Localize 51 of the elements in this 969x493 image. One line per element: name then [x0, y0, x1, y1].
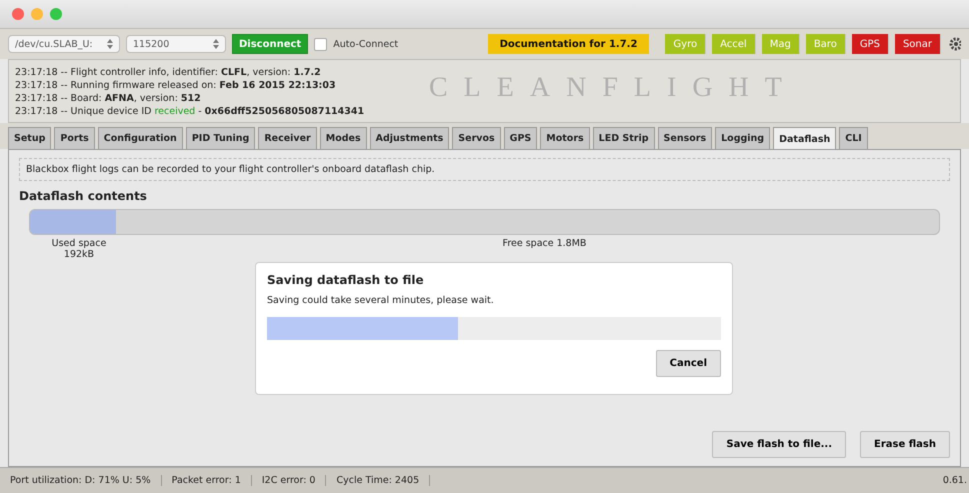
tab[interactable]: Logging	[715, 127, 770, 149]
tab[interactable]: Dataflash	[773, 127, 836, 150]
status-item: Packet error: 1	[162, 475, 252, 486]
tab[interactable]: CLI	[839, 127, 868, 149]
tab[interactable]: Sensors	[658, 127, 712, 149]
action-button[interactable]: Save flash to file...	[712, 431, 846, 458]
sensor-indicator: Baro	[806, 34, 846, 54]
tab[interactable]: Servos	[452, 127, 501, 149]
tab[interactable]: Modes	[320, 127, 367, 149]
sensor-indicator: GPS	[852, 34, 889, 54]
stepper-arrows-icon	[107, 39, 113, 49]
documentation-button[interactable]: Documentation for 1.7.2	[488, 34, 650, 54]
port-select[interactable]: /dev/cu.SLAB_U:	[8, 35, 120, 53]
status-item: I2C error: 0	[252, 475, 326, 486]
status-item: Cycle Time: 2405	[326, 475, 430, 486]
cancel-button[interactable]: Cancel	[656, 350, 721, 377]
tab[interactable]: PID Tuning	[186, 127, 256, 149]
dialog-title: Saving dataflash to file	[267, 273, 425, 287]
tab[interactable]: LED Strip	[592, 127, 655, 149]
window-zoom-button[interactable]	[50, 8, 62, 20]
baud-select[interactable]: 115200	[126, 35, 226, 53]
tab[interactable]: Configuration	[98, 127, 183, 149]
log-line: 23:17:18 -- Running firmware released on: Feb 16 2015 22:13:03	[15, 79, 336, 92]
sensor-indicator: Gyro	[665, 34, 706, 54]
log-line: 23:17:18 -- Flight controller info, identifier: CLFL, version: 1.7.2	[15, 66, 321, 79]
settings-icon[interactable]	[947, 36, 961, 52]
auto-connect-label: Auto-Connect	[333, 38, 398, 50]
action-button[interactable]: Erase flash	[860, 431, 950, 458]
sensor-indicator: Accel	[712, 34, 756, 54]
log-line: 23:17:18 -- Unique device ID received - 0x66dff525056805087114341	[15, 105, 364, 118]
section-heading: Dataflash contents	[19, 189, 148, 203]
tab[interactable]: GPS	[504, 127, 538, 149]
used-space-label: Used space	[52, 238, 106, 249]
info-note: Blackbox flight logs can be recorded to your flight controller's onboard dataflash chip.	[19, 158, 950, 181]
version-label: 0.61.	[942, 475, 968, 486]
dialog-message: Saving could take several minutes, please wait.	[267, 295, 495, 306]
window-minimize-button[interactable]	[31, 8, 43, 20]
auto-connect-checkbox[interactable]	[314, 38, 328, 50]
free-space-label: Free space 1.8MB	[502, 238, 586, 249]
used-space-value: 192kB	[64, 249, 94, 260]
sensor-indicator: Mag	[762, 34, 800, 54]
sensor-indicator: Sonar	[894, 34, 941, 54]
window-close-button[interactable]	[12, 8, 24, 20]
tab[interactable]: Receiver	[258, 127, 317, 149]
tab[interactable]: Setup	[8, 127, 52, 149]
status-item: Port utilization: D: 71% U: 5%	[0, 475, 162, 486]
log-line: 23:17:18 -- Board: AFNA, version: 512	[15, 92, 201, 105]
stepper-arrows-icon	[213, 39, 219, 49]
tab[interactable]: Motors	[540, 127, 590, 149]
tab[interactable]: Adjustments	[370, 127, 450, 149]
tab[interactable]: Ports	[54, 127, 95, 149]
